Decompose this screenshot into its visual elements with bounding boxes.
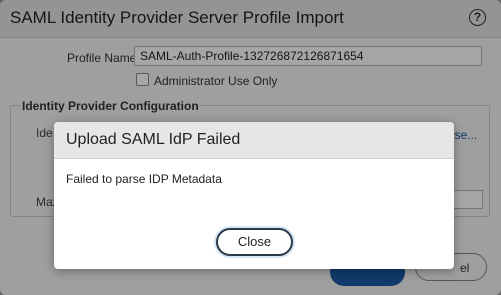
modal-title: Upload SAML IdP Failed [66,131,241,148]
close-button[interactable]: Close [216,228,293,256]
upload-failed-modal: Upload SAML IdP Failed Failed to parse I… [54,122,454,269]
error-message: Failed to parse IDP Metadata [66,172,222,186]
modal-header: Upload SAML IdP Failed [54,122,454,159]
